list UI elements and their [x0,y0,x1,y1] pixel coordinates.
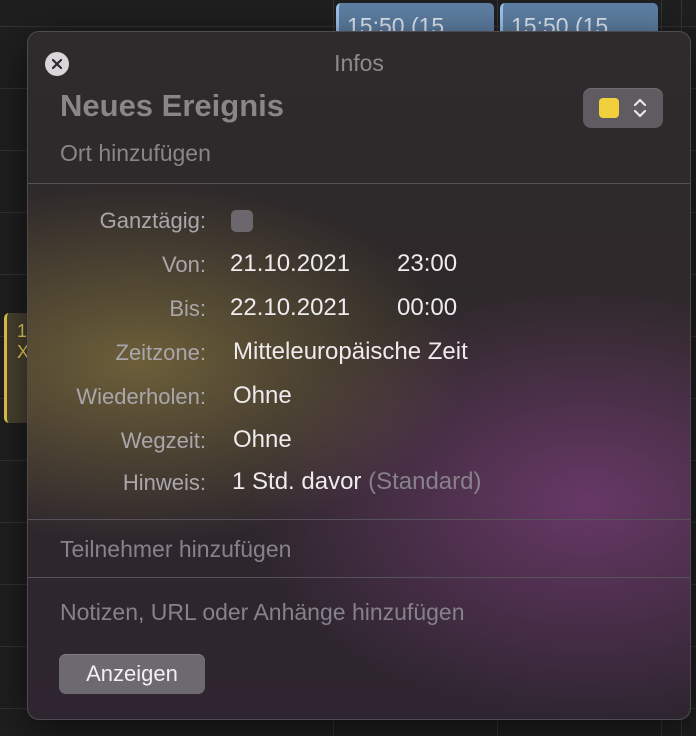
event-title-field[interactable]: Neues Ereignis [60,88,540,124]
event-info-popover: Infos Neues Ereignis Ort hinzufügen Ganz… [27,31,691,720]
end-time[interactable]: 00:00 [397,294,457,322]
timezone-value[interactable]: Mitteleuropäische Zeit [233,338,468,366]
calendar-color-picker[interactable] [583,88,663,128]
travel-time-value[interactable]: Ohne [233,426,292,454]
add-invitees-field[interactable]: Teilnehmer hinzufügen [60,536,291,563]
section-divider [28,519,690,520]
section-divider [28,183,690,184]
start-label: Von: [161,252,206,277]
window-title: Infos [334,50,384,76]
start-date[interactable]: 21.10.2021 [230,250,350,278]
show-button[interactable]: Anzeigen [59,654,205,694]
end-date[interactable]: 22.10.2021 [230,294,350,322]
location-field[interactable]: Ort hinzufügen [60,140,540,167]
all-day-label: Ganztägig: [99,208,206,233]
section-divider [28,577,690,578]
alert-value-text: 1 Std. davor [232,468,362,495]
alert-value[interactable]: 1 Std. davor (Standard) [232,468,481,496]
start-time[interactable]: 23:00 [397,250,457,278]
all-day-checkbox[interactable] [231,210,253,232]
calendar-color-swatch [599,98,619,118]
repeat-value[interactable]: Ohne [233,382,292,410]
alert-label: Hinweis: [122,470,206,495]
timezone-label: Zeitzone: [115,340,207,365]
repeat-label: Wiederholen: [76,384,206,409]
travel-time-label: Wegzeit: [120,428,206,453]
notes-field[interactable]: Notizen, URL oder Anhänge hinzufügen [60,599,465,626]
alert-default-note: (Standard) [368,468,482,495]
chevron-up-down-icon [633,96,647,120]
end-label: Bis: [169,296,206,321]
